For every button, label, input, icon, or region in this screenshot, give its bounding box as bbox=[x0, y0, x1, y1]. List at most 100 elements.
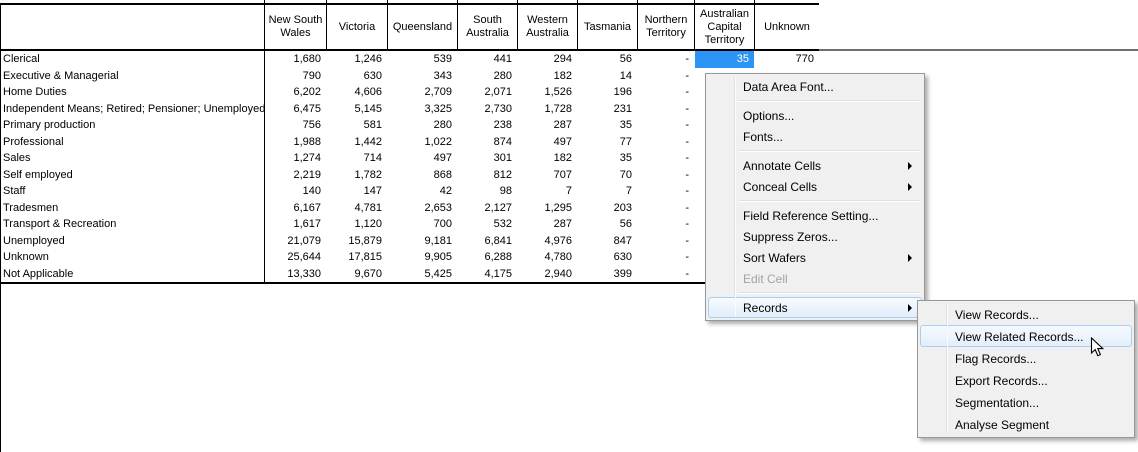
menu-item-annotate-cells[interactable]: Annotate Cells bbox=[708, 155, 922, 176]
data-cell[interactable]: 98 bbox=[458, 183, 517, 200]
data-cell[interactable]: 4,175 bbox=[458, 266, 517, 283]
data-cell[interactable]: 707 bbox=[518, 167, 577, 184]
data-cell[interactable]: 630 bbox=[578, 249, 637, 266]
data-cell[interactable]: 56 bbox=[578, 51, 637, 68]
menu-item-segmentation[interactable]: Segmentation... bbox=[920, 391, 1132, 413]
data-cell[interactable]: 532 bbox=[458, 216, 517, 233]
menu-item-records[interactable]: Records bbox=[708, 297, 922, 318]
row-label[interactable]: Clerical bbox=[3, 51, 40, 68]
data-cell[interactable]: 287 bbox=[518, 216, 577, 233]
data-cell[interactable]: 399 bbox=[578, 266, 637, 283]
data-cell[interactable]: 1,680 bbox=[265, 51, 326, 68]
data-cell[interactable]: 868 bbox=[388, 167, 457, 184]
data-cell[interactable]: 2,219 bbox=[265, 167, 326, 184]
data-cell[interactable]: 2,730 bbox=[458, 101, 517, 118]
data-cell[interactable]: 2,127 bbox=[458, 200, 517, 217]
data-cell[interactable]: 2,709 bbox=[388, 84, 457, 101]
data-cell[interactable]: 790 bbox=[265, 68, 326, 85]
data-cell[interactable]: 9,181 bbox=[388, 233, 457, 250]
column-header[interactable]: South Australia bbox=[458, 5, 517, 49]
data-cell[interactable]: - bbox=[638, 51, 694, 68]
data-cell[interactable]: 9,670 bbox=[327, 266, 387, 283]
data-cell[interactable]: 874 bbox=[458, 134, 517, 151]
data-cell[interactable]: 182 bbox=[518, 68, 577, 85]
data-cell[interactable]: 1,022 bbox=[388, 134, 457, 151]
row-label[interactable]: Unknown bbox=[3, 249, 49, 266]
menu-item-suppress-zeros[interactable]: Suppress Zeros... bbox=[708, 226, 922, 247]
data-cell[interactable]: - bbox=[638, 68, 694, 85]
menu-item-export-records[interactable]: Export Records... bbox=[920, 369, 1132, 391]
data-cell[interactable]: - bbox=[638, 216, 694, 233]
data-cell[interactable]: 700 bbox=[388, 216, 457, 233]
data-cell[interactable]: 6,841 bbox=[458, 233, 517, 250]
data-cell[interactable]: 14 bbox=[578, 68, 637, 85]
data-cell[interactable]: 4,606 bbox=[327, 84, 387, 101]
data-cell[interactable]: 35 bbox=[578, 117, 637, 134]
data-cell[interactable]: - bbox=[638, 101, 694, 118]
row-label[interactable]: Home Duties bbox=[3, 84, 67, 101]
menu-item-data-area-font[interactable]: Data Area Font... bbox=[708, 76, 922, 97]
data-cell[interactable]: - bbox=[638, 249, 694, 266]
data-cell[interactable]: 3,325 bbox=[388, 101, 457, 118]
data-cell[interactable]: 2,071 bbox=[458, 84, 517, 101]
data-cell[interactable]: 5,425 bbox=[388, 266, 457, 283]
data-cell[interactable]: 4,976 bbox=[518, 233, 577, 250]
column-header[interactable]: Tasmania bbox=[578, 5, 637, 49]
data-cell[interactable]: - bbox=[638, 150, 694, 167]
data-cell[interactable]: 1,295 bbox=[518, 200, 577, 217]
data-cell[interactable]: 7 bbox=[518, 183, 577, 200]
data-cell[interactable]: 1,526 bbox=[518, 84, 577, 101]
data-cell[interactable]: 280 bbox=[458, 68, 517, 85]
data-cell[interactable]: 812 bbox=[458, 167, 517, 184]
data-cell[interactable]: - bbox=[638, 233, 694, 250]
row-label[interactable]: Independent Means; Retired; Pensioner; U… bbox=[3, 101, 265, 118]
menu-item-sort-wafers[interactable]: Sort Wafers bbox=[708, 247, 922, 268]
data-cell[interactable]: 15,879 bbox=[327, 233, 387, 250]
data-cell[interactable]: 182 bbox=[518, 150, 577, 167]
row-label[interactable]: Professional bbox=[3, 134, 64, 151]
data-cell[interactable]: - bbox=[638, 134, 694, 151]
data-cell[interactable]: 17,815 bbox=[327, 249, 387, 266]
data-cell[interactable]: 77 bbox=[578, 134, 637, 151]
row-label[interactable]: Not Applicable bbox=[3, 266, 73, 283]
data-cell[interactable]: 847 bbox=[578, 233, 637, 250]
data-cell[interactable]: - bbox=[638, 117, 694, 134]
column-header[interactable]: Queensland bbox=[388, 5, 457, 49]
data-cell[interactable]: 1,988 bbox=[265, 134, 326, 151]
selected-cell[interactable]: 35 bbox=[695, 51, 754, 68]
data-cell[interactable]: 203 bbox=[578, 200, 637, 217]
column-header[interactable]: Unknown bbox=[755, 5, 819, 49]
data-cell[interactable]: - bbox=[638, 266, 694, 283]
data-cell[interactable]: 441 bbox=[458, 51, 517, 68]
data-cell[interactable]: 6,288 bbox=[458, 249, 517, 266]
data-cell[interactable]: 630 bbox=[327, 68, 387, 85]
data-cell[interactable]: 497 bbox=[518, 134, 577, 151]
data-cell[interactable]: 1,246 bbox=[327, 51, 387, 68]
data-cell[interactable]: 1,617 bbox=[265, 216, 326, 233]
data-cell[interactable]: 294 bbox=[518, 51, 577, 68]
data-cell[interactable]: 301 bbox=[458, 150, 517, 167]
column-header[interactable]: Northern Territory bbox=[638, 5, 694, 49]
data-cell[interactable]: 539 bbox=[388, 51, 457, 68]
data-cell[interactable]: 756 bbox=[265, 117, 326, 134]
data-cell[interactable]: 1,728 bbox=[518, 101, 577, 118]
data-cell[interactable]: 6,202 bbox=[265, 84, 326, 101]
data-cell[interactable]: 42 bbox=[388, 183, 457, 200]
column-header[interactable]: Australian Capital Territory bbox=[695, 5, 754, 49]
menu-item-analyse-segment[interactable]: Analyse Segment bbox=[920, 413, 1132, 435]
row-label[interactable]: Self employed bbox=[3, 167, 73, 184]
column-header[interactable]: New South Wales bbox=[265, 5, 326, 49]
row-label[interactable]: Unemployed bbox=[3, 233, 65, 250]
data-cell[interactable]: 70 bbox=[578, 167, 637, 184]
data-cell[interactable]: 280 bbox=[388, 117, 457, 134]
menu-item-fonts[interactable]: Fonts... bbox=[708, 126, 922, 147]
menu-item-options[interactable]: Options... bbox=[708, 105, 922, 126]
row-label[interactable]: Primary production bbox=[3, 117, 95, 134]
row-label[interactable]: Executive & Managerial bbox=[3, 68, 119, 85]
row-label[interactable]: Tradesmen bbox=[3, 200, 58, 217]
data-cell[interactable]: 13,330 bbox=[265, 266, 326, 283]
data-cell[interactable]: 5,145 bbox=[327, 101, 387, 118]
data-cell[interactable]: 770 bbox=[755, 51, 819, 68]
data-cell[interactable]: 581 bbox=[327, 117, 387, 134]
data-cell[interactable]: - bbox=[638, 167, 694, 184]
